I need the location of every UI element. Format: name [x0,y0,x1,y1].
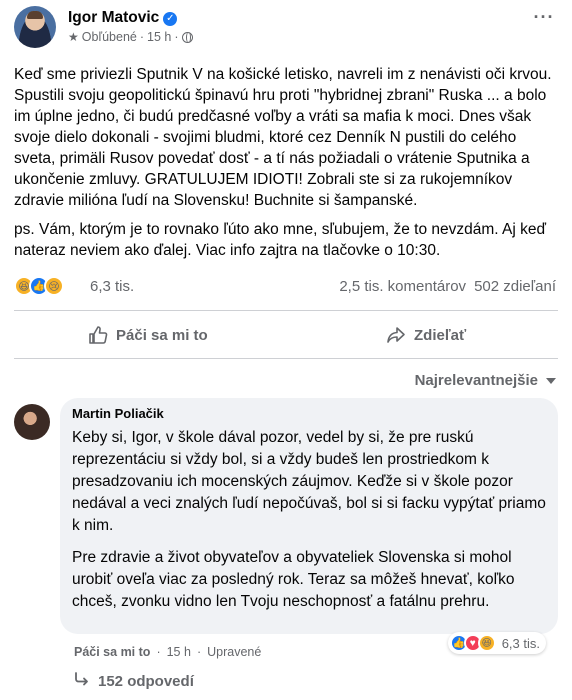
sort-label: Najrelevantnejšie [414,372,538,389]
meta-separator: · [174,30,179,44]
author-avatar[interactable] [14,6,56,48]
reply-arrow-icon [74,672,90,690]
comment-sort-dropdown[interactable]: Najrelevantnejšie [415,372,556,389]
divider [14,358,558,359]
engagement-counts: 2,5 tis. komentárov 502 zdieľaní [339,278,556,295]
like-button[interactable]: Páči sa mi to [88,318,208,352]
comments-count[interactable]: 2,5 tis. komentárov [339,278,466,295]
post-paragraph: ps. Vám, ktorým je to rovnako ľúto ako m… [14,221,547,259]
replies-label: 152 odpovedí [98,672,194,690]
comment-text: Keby si, Igor, v škole dával pozor, vede… [72,427,546,613]
globe-icon[interactable] [181,31,193,43]
post-time[interactable]: 15 h [147,30,171,44]
comment-paragraph: Pre zdravie a život obyvateľov a obyvate… [72,549,515,610]
comment-separator: · [156,645,161,659]
comment-reactions[interactable]: 👍 ♥ 😆 6,3 tis. [447,632,546,654]
post-meta: ★ Obľúbené · 15 h · [68,30,193,44]
haha-reaction-icon: 😆 [477,634,496,652]
reactions-summary: 😆 👍 😢 6,3 tis. 2,5 tis. komentárov 502 zd… [14,276,558,298]
post-paragraph: Keď sme priviezli Sputnik V na košické l… [14,66,552,209]
like-label: Páči sa mi to [116,326,208,344]
comment-paragraph: Keby si, Igor, v škole dával pozor, vede… [72,429,546,534]
post-header: Igor Matovic ✓ ★ Obľúbené · 15 h · ··· [14,6,558,50]
more-options-icon[interactable]: ··· [530,8,558,32]
reaction-icons[interactable]: 😆 👍 😢 [14,276,64,296]
shares-count[interactable]: 502 zdieľaní [474,278,556,295]
comment-edited[interactable]: Upravené [207,645,261,659]
view-replies-link[interactable]: 152 odpovedí [74,672,194,690]
author-name[interactable]: Igor Matovic [68,9,159,26]
share-arrow-icon [386,325,406,345]
comment-bubble: Martin Poliačik Keby si, Igor, v škole d… [60,398,558,634]
commenter-name[interactable]: Martin Poliačik [72,406,546,421]
favorite-label: Obľúbené [81,30,137,44]
comment-like-link[interactable]: Páči sa mi to [74,645,150,659]
post-body: Keď sme priviezli Sputnik V na košické l… [14,64,558,269]
commenter-avatar[interactable] [14,404,50,440]
divider [14,310,558,311]
reactions-count[interactable]: 6,3 tis. [90,278,134,295]
star-icon: ★ [68,30,79,44]
thumbs-up-icon [88,325,108,345]
share-button[interactable]: Zdieľať [386,318,466,352]
share-label: Zdieľať [414,326,467,344]
meta-separator: · [139,30,145,44]
chevron-down-icon [546,377,556,384]
comment-actions: Páči sa mi to · 15 h · Upravené [74,645,261,659]
action-bar: Páči sa mi to Zdieľať [14,318,558,352]
sad-reaction-icon: 😢 [44,276,64,296]
comment-reactions-count: 6,3 tis. [501,635,540,651]
comment-time[interactable]: 15 h [167,645,191,659]
comment-separator: · [196,645,202,659]
verified-badge-icon: ✓ [163,12,178,26]
author-name-row: Igor Matovic ✓ [68,9,178,27]
